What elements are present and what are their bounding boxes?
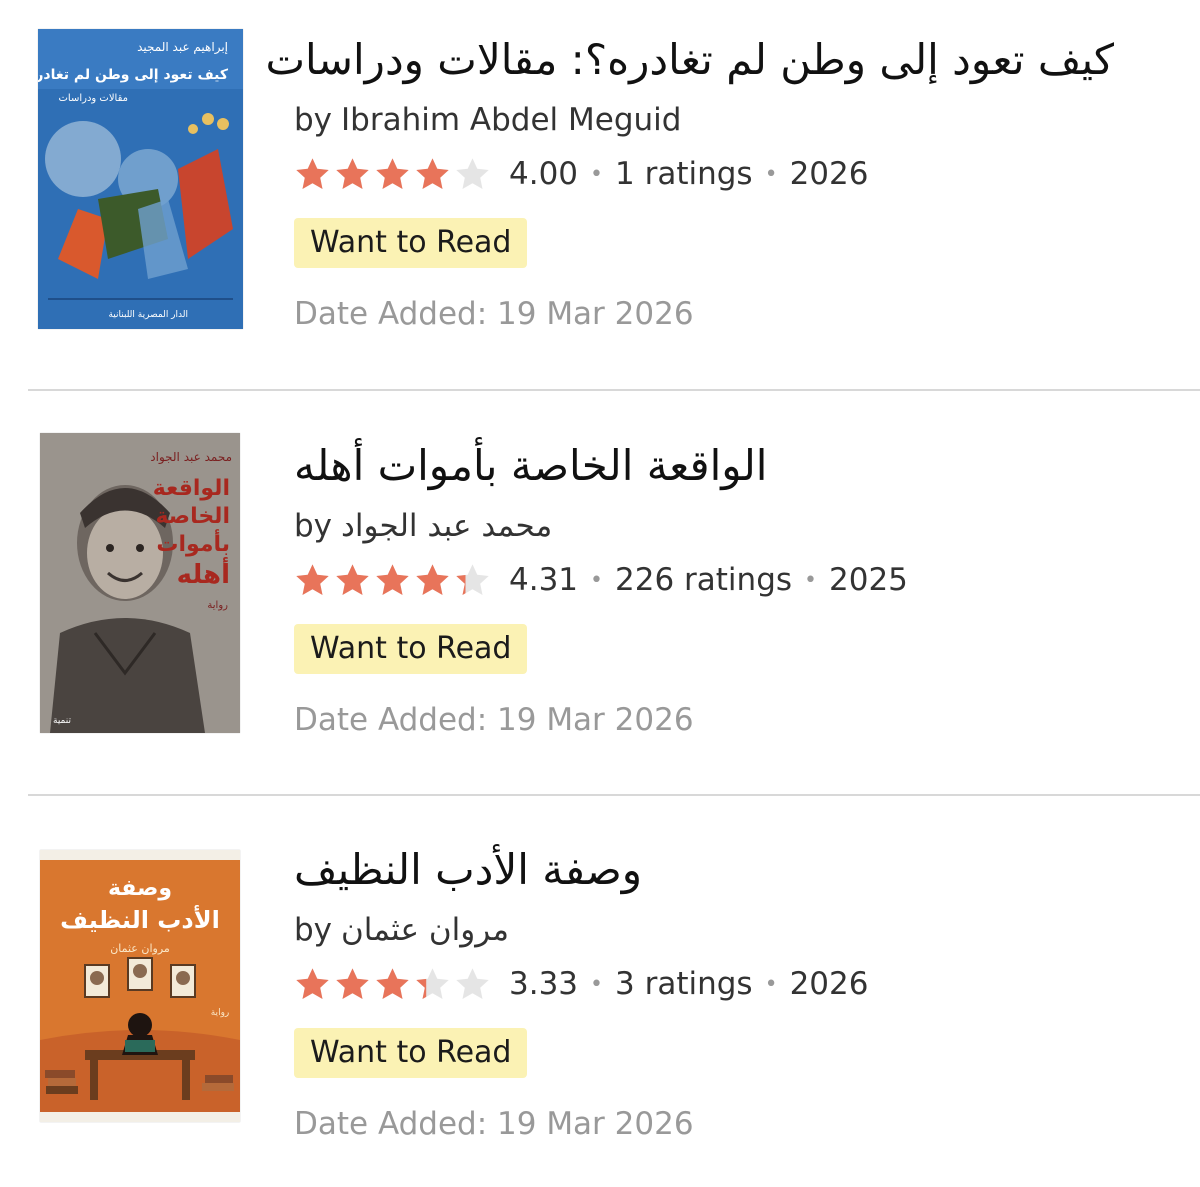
cover-title: بأموات [156, 528, 230, 557]
book-title[interactable]: الواقعة الخاصة بأموات أهله [294, 436, 1114, 496]
cover-title: وصفة [108, 876, 172, 901]
book-author: by مروان عثمان [294, 910, 509, 950]
cover-art-1: إبراهيم عبد المجيد كيف تعود إلى وطن لم ت… [38, 29, 243, 329]
cover-art-3: وصفة الأدب النظيف مروان عثمان رواية [40, 850, 240, 1122]
separator-dot: • [590, 971, 604, 997]
star-icon [456, 563, 489, 595]
date-added: Date Added: 19 Mar 2026 [294, 702, 694, 738]
star-icon [376, 967, 409, 999]
average-rating: 4.31 [509, 562, 579, 598]
star-icon [296, 967, 329, 999]
cover-subtitle: رواية [211, 1008, 230, 1018]
cover-author: إبراهيم عبد المجيد [137, 40, 228, 55]
average-rating: 4.00 [509, 156, 579, 192]
separator-dot: • [804, 567, 818, 593]
want-to-read-button[interactable]: Want to Read [294, 218, 528, 268]
author-link[interactable]: محمد عبد الجواد [341, 508, 552, 544]
average-rating: 3.33 [509, 966, 579, 1002]
star-icon [336, 157, 369, 189]
cover-art-2: محمد عبد الجواد الواقعة الخاصة بأموات أه… [40, 433, 240, 733]
star-rating [294, 156, 491, 193]
cover-subtitle: رواية [207, 600, 228, 611]
book-cover[interactable]: محمد عبد الجواد الواقعة الخاصة بأموات أه… [40, 433, 240, 733]
cover-title: الخاصة [155, 504, 230, 529]
cover-author: مروان عثمان [110, 942, 170, 955]
cover-title: الأدب النظيف [60, 905, 220, 934]
cover-author: محمد عبد الجواد [150, 450, 232, 465]
ratings-count: 226 ratings [615, 562, 793, 598]
date-added: Date Added: 19 Mar 2026 [294, 1106, 694, 1142]
ratings-count: 3 ratings [615, 966, 753, 1002]
separator-dot: • [764, 971, 778, 997]
publication-year: 2026 [789, 156, 869, 192]
star-icon [296, 563, 329, 595]
want-to-read-button[interactable]: Want to Read [294, 1028, 528, 1078]
by-label: by [294, 912, 333, 948]
cover-publisher: الدار المصرية اللبنانية [108, 310, 188, 320]
book-title[interactable]: وصفة الأدب النظيف [294, 840, 1114, 900]
book-title[interactable]: كيف تعود إلى وطن لم تغادره؟: مقالات ودرا… [265, 30, 1114, 90]
separator-dot: • [590, 161, 604, 187]
cover-title: أهله [177, 557, 230, 590]
rating-row: 3.33 • 3 ratings • 2026 [294, 962, 868, 1006]
star-icon [416, 967, 449, 999]
book-author: by Ibrahim Abdel Meguid [294, 100, 681, 140]
ratings-count: 1 ratings [615, 156, 753, 192]
star-icon [416, 563, 449, 595]
cover-publisher: تنمية [53, 716, 71, 726]
rating-row: 4.00 • 1 ratings • 2026 [294, 152, 868, 196]
publication-year: 2026 [789, 966, 869, 1002]
cover-title: الواقعة [153, 476, 230, 501]
cover-title: كيف تعود إلى وطن لم تغادره؟ [38, 67, 229, 83]
publication-year: 2025 [829, 562, 908, 598]
star-rating [294, 966, 491, 1003]
want-to-read-button[interactable]: Want to Read [294, 624, 528, 674]
author-link[interactable]: Ibrahim Abdel Meguid [341, 102, 681, 138]
author-link[interactable]: مروان عثمان [341, 912, 509, 948]
star-icon [336, 967, 369, 999]
star-icon [416, 157, 449, 189]
book-cover[interactable]: وصفة الأدب النظيف مروان عثمان رواية [40, 850, 240, 1122]
cover-subtitle: مقالات ودراسات [59, 93, 129, 104]
date-added: Date Added: 19 Mar 2026 [294, 296, 694, 332]
star-icon [376, 157, 409, 189]
star-icon [456, 157, 489, 189]
separator-dot: • [590, 567, 604, 593]
by-label: by [294, 508, 333, 544]
divider [28, 389, 1200, 391]
book-list: إبراهيم عبد المجيد كيف تعود إلى وطن لم ت… [0, 0, 1200, 1187]
book-cover[interactable]: إبراهيم عبد المجيد كيف تعود إلى وطن لم ت… [38, 29, 243, 329]
book-author: by محمد عبد الجواد [294, 506, 552, 546]
separator-dot: • [764, 161, 778, 187]
star-rating [294, 562, 491, 599]
divider [28, 794, 1200, 796]
star-icon [376, 563, 409, 595]
rating-row: 4.31 • 226 ratings • 2025 [294, 558, 908, 602]
by-label: by [294, 102, 333, 138]
star-icon [296, 157, 329, 189]
star-icon [456, 967, 489, 999]
star-icon [336, 563, 369, 595]
